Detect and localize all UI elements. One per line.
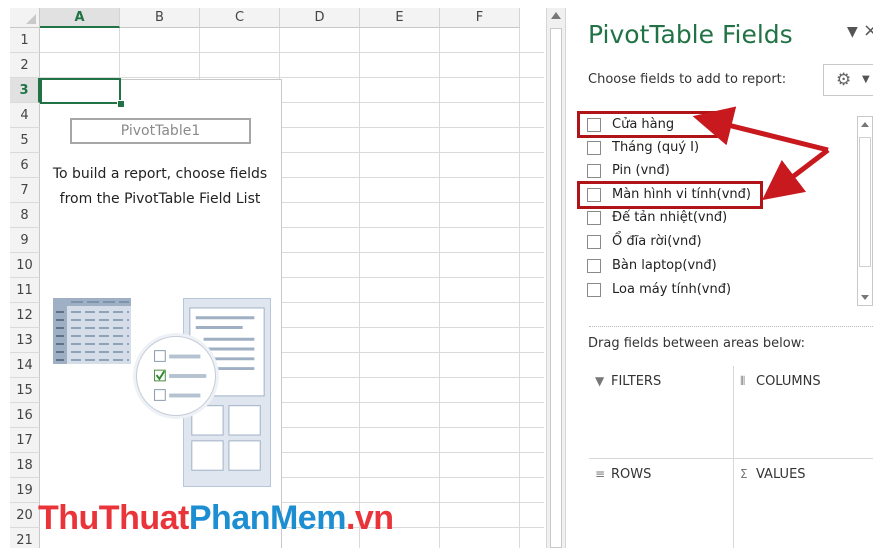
column-headers: A B C D E F	[40, 8, 544, 28]
columns-area[interactable]: ⦀ COLUMNS	[734, 366, 873, 459]
field-list: Cửa hàng Tháng (quý I) Pin (vnđ) Màn hìn…	[573, 110, 853, 310]
pivot-fields-pane: PivotTable Fields ▼ × Choose fields to a…	[573, 0, 873, 548]
pivot-instructions: To build a report, choose fields from th…	[52, 166, 268, 207]
close-icon[interactable]: ×	[863, 20, 873, 41]
columns-icon: ⦀	[740, 374, 746, 388]
filters-area[interactable]: ▼ FILTERS	[589, 366, 734, 459]
chevron-down-icon: ▼	[862, 74, 870, 85]
row-header-13[interactable]: 13	[10, 328, 40, 353]
tools-button[interactable]: ⚙ ▼	[823, 64, 873, 96]
field-checkbox[interactable]	[587, 235, 601, 249]
values-area-header: Σ VALUES	[740, 467, 806, 482]
pane-divider[interactable]	[589, 326, 873, 327]
values-label: VALUES	[756, 467, 806, 482]
choose-fields-label: Choose fields to add to report:	[588, 72, 787, 87]
row-header-11[interactable]: 11	[10, 278, 40, 303]
worksheet[interactable]: A B C D E F 1 2 3 4 5 6 7 8 9 10 11 12 1…	[10, 8, 544, 548]
field-checkbox[interactable]	[587, 141, 601, 155]
watermark-part-2: PhanMem	[188, 499, 347, 537]
scroll-thumb[interactable]	[859, 137, 871, 267]
field-label: Pin (vnđ)	[612, 163, 670, 178]
select-all-corner[interactable]	[10, 8, 40, 28]
field-label: Loa máy tính(vnđ)	[612, 282, 732, 297]
field-label: Bàn laptop(vnđ)	[612, 258, 717, 273]
field-label: Đế tản nhiệt(vnđ)	[612, 210, 728, 225]
table-illustration-icon	[53, 298, 131, 364]
column-header-e[interactable]: E	[360, 8, 440, 28]
row-header-10[interactable]: 10	[10, 253, 40, 278]
row-header-17[interactable]: 17	[10, 428, 40, 453]
column-header-d[interactable]: D	[280, 8, 360, 28]
pane-title: PivotTable Fields	[588, 20, 793, 49]
columns-label: COLUMNS	[756, 374, 821, 389]
scroll-down-arrow-icon[interactable]	[861, 295, 869, 300]
highlight-box-man-hinh	[577, 181, 763, 209]
scroll-thumb[interactable]	[550, 28, 562, 548]
sheet-vertical-scrollbar[interactable]	[546, 8, 566, 548]
highlight-box-cua-hang	[577, 111, 724, 138]
row-header-2[interactable]: 2	[10, 53, 40, 78]
field-label: Ổ đĩa rời(vnđ)	[612, 234, 702, 249]
column-header-f[interactable]: F	[440, 8, 520, 28]
scroll-up-arrow-icon[interactable]	[861, 122, 869, 127]
row-header-16[interactable]: 16	[10, 403, 40, 428]
filters-area-header: ▼ FILTERS	[595, 374, 661, 389]
field-label: Tháng (quý I)	[612, 140, 700, 155]
pivot-table-name: PivotTable1	[70, 118, 251, 144]
column-header-c[interactable]: C	[200, 8, 280, 28]
row-header-3[interactable]: 3	[10, 78, 40, 103]
columns-drop-zone[interactable]	[734, 400, 873, 458]
field-list-scrollbar[interactable]	[857, 116, 873, 306]
column-header-b[interactable]: B	[120, 8, 200, 28]
fill-handle[interactable]	[117, 100, 125, 108]
sigma-icon: Σ	[740, 467, 748, 481]
row-header-20[interactable]: 20	[10, 503, 40, 528]
watermark-logo: ThuThuatPhanMem.vn	[38, 495, 394, 541]
scroll-up-arrow-icon[interactable]	[551, 12, 561, 19]
row-header-4[interactable]: 4	[10, 103, 40, 128]
pivot-table-placeholder[interactable]: PivotTable1 To build a report, choose fi…	[40, 79, 282, 548]
filters-drop-zone[interactable]	[589, 400, 733, 458]
row-header-9[interactable]: 9	[10, 228, 40, 253]
row-header-5[interactable]: 5	[10, 128, 40, 153]
rows-icon: ≡	[595, 467, 606, 481]
rows-label: ROWS	[611, 467, 652, 482]
filter-icon: ▼	[595, 374, 605, 388]
row-header-6[interactable]: 6	[10, 153, 40, 178]
row-header-8[interactable]: 8	[10, 203, 40, 228]
field-checkbox[interactable]	[587, 211, 601, 225]
field-checkbox[interactable]	[587, 259, 601, 273]
columns-area-header: ⦀ COLUMNS	[740, 374, 821, 389]
row-header-7[interactable]: 7	[10, 178, 40, 203]
row-header-1[interactable]: 1	[10, 28, 40, 53]
rows-area[interactable]: ≡ ROWS	[589, 459, 734, 548]
checklist-illustration-icon	[136, 336, 216, 416]
row-header-15[interactable]: 15	[10, 378, 40, 403]
row-header-12[interactable]: 12	[10, 303, 40, 328]
watermark-part-1: ThuThuat	[38, 499, 189, 537]
gear-icon: ⚙	[836, 70, 852, 90]
rows-area-header: ≡ ROWS	[595, 467, 651, 482]
drag-fields-label: Drag fields between areas below:	[588, 336, 806, 351]
row-header-21[interactable]: 21	[10, 528, 40, 548]
watermark-part-3: .vn	[345, 499, 394, 537]
row-header-14[interactable]: 14	[10, 353, 40, 378]
values-drop-zone[interactable]	[734, 493, 873, 548]
row-header-19[interactable]: 19	[10, 478, 40, 503]
values-area[interactable]: Σ VALUES	[734, 459, 873, 548]
filters-label: FILTERS	[611, 374, 662, 389]
active-cell-a3[interactable]	[40, 78, 121, 104]
row-headers: 1 2 3 4 5 6 7 8 9 10 11 12 13 14 15 16 1…	[10, 28, 40, 548]
pane-options-chevron-icon[interactable]: ▼	[847, 24, 858, 40]
row-header-18[interactable]: 18	[10, 453, 40, 478]
column-header-a[interactable]: A	[40, 8, 120, 28]
field-checkbox[interactable]	[587, 283, 601, 297]
rows-drop-zone[interactable]	[589, 493, 733, 548]
field-checkbox[interactable]	[587, 164, 601, 178]
